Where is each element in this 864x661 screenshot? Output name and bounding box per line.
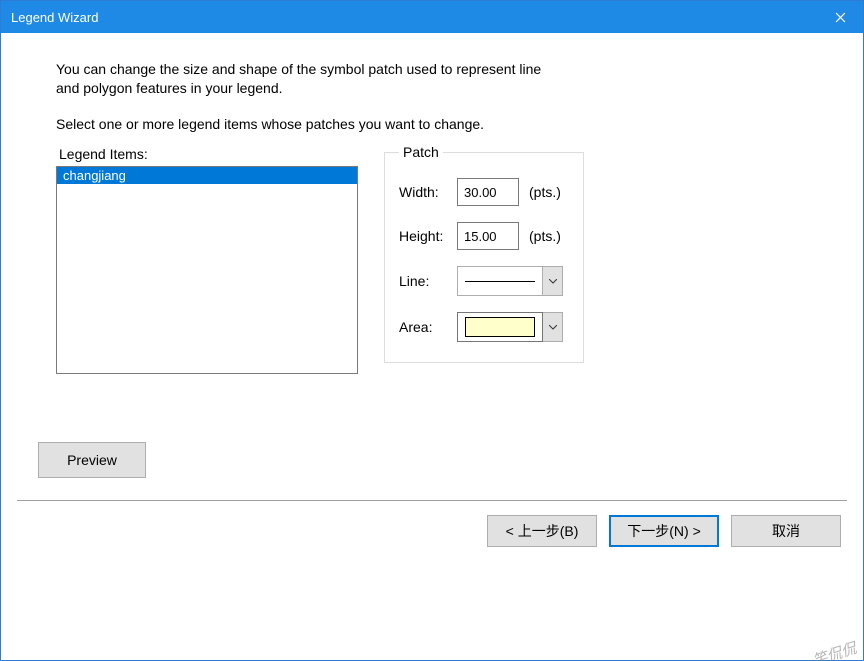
panels: Legend Items: changjiang Patch Width: (p… [56,146,808,374]
instruction-text: Select one or more legend items whose pa… [56,116,808,132]
legend-items-label: Legend Items: [59,146,358,162]
titlebar: Legend Wizard [1,1,863,33]
height-input[interactable] [457,222,519,250]
area-sample [465,317,535,337]
area-combo[interactable] [457,312,563,342]
patch-group-label: Patch [399,144,443,160]
line-sample-display [457,266,543,296]
chevron-down-icon [549,279,557,284]
height-row: Height: (pts.) [399,222,569,250]
width-unit: (pts.) [529,184,561,200]
client-area: You can change the size and shape of the… [1,33,863,660]
width-label: Width: [399,184,457,200]
legend-column: Legend Items: changjiang [56,146,358,374]
close-button[interactable] [817,1,863,33]
cancel-button[interactable]: 取消 [731,515,841,547]
window-title: Legend Wizard [11,10,98,25]
area-row: Area: [399,312,569,342]
area-label: Area: [399,319,457,335]
preview-button[interactable]: Preview [38,442,146,478]
wizard-footer: < 上一步(B) 下一步(N) > 取消 [1,501,863,547]
chevron-down-icon [549,325,557,330]
line-row: Line: [399,266,569,296]
line-combo[interactable] [457,266,563,296]
list-item[interactable]: changjiang [57,167,357,184]
area-sample-display [457,312,543,342]
intro-line2: and polygon features in your legend. [56,80,808,96]
area-dropdown-button[interactable] [543,312,563,342]
back-button[interactable]: < 上一步(B) [487,515,597,547]
height-unit: (pts.) [529,228,561,244]
next-button[interactable]: 下一步(N) > [609,515,719,547]
close-icon [835,12,846,23]
height-label: Height: [399,228,457,244]
line-sample [465,281,535,282]
line-dropdown-button[interactable] [543,266,563,296]
intro-line1: You can change the size and shape of the… [56,61,808,77]
legend-items-listbox[interactable]: changjiang [56,166,358,374]
width-row: Width: (pts.) [399,178,569,206]
window: Legend Wizard You can change the size an… [0,0,864,661]
width-input[interactable] [457,178,519,206]
patch-group: Patch Width: (pts.) Height: (pts.) Line: [384,144,584,363]
content: You can change the size and shape of the… [1,33,863,478]
line-label: Line: [399,273,457,289]
